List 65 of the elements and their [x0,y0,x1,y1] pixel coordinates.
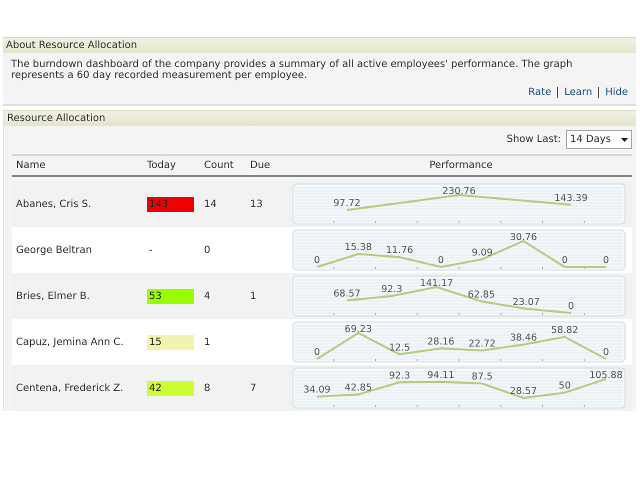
data-label: 0 [562,255,568,266]
panel-title: About Resource Allocation [3,37,636,53]
data-label: 143.39 [554,192,588,204]
today-value: 15 [147,334,194,350]
employee-name: Centena, Frederick Z. [16,382,124,394]
data-label: 11.76 [386,245,414,256]
data-label: 0 [438,255,444,266]
caret-icon [621,138,628,142]
data-label: 230.76 [442,186,476,197]
data-label: 30.76 [510,232,538,243]
panel-link[interactable]: Hide [598,87,628,98]
employee-name: Bries, Elmer B. [16,290,90,302]
data-label: 62.85 [468,289,495,300]
panel-link[interactable]: Rate [522,87,558,98]
today-value: - [148,244,154,258]
data-label: 0 [602,347,610,358]
data-label: 0 [314,347,320,358]
employee-name: Abanes, Cris S. [16,198,92,210]
data-label: 92.3 [381,284,402,295]
column-header: Name [16,160,46,171]
data-label: 15.38 [344,242,372,253]
data-label: 38.46 [510,332,538,344]
data-label: 0 [314,255,320,266]
data-label: 0 [568,301,574,312]
data-label: 58.82 [551,324,578,336]
today-value: 42 [147,380,194,396]
panel-title: Resource Allocation [4,110,636,126]
data-label: 23.07 [512,296,540,308]
data-label: 28.16 [427,336,454,348]
data-label: 69.23 [344,324,372,335]
panel-link[interactable]: Learn [557,87,598,98]
data-label: 9.09 [472,247,493,258]
data-label: 105.88 [589,370,623,381]
column-header: Today [147,160,176,171]
data-label: 34.09 [303,384,331,396]
data-label: 92.3 [389,370,410,382]
count-value: 4 [204,290,210,302]
data-label: 42.85 [344,382,372,394]
column-header: Count [204,160,234,171]
column-header: Performance [429,160,493,171]
description-text: The burndown dashboard of the company provides a summary of all active employees' performance. The graph represents a 60 day recorded measurement per employee. [10,58,574,83]
data-label: 50 [558,380,571,392]
data-label: 28.57 [510,386,538,397]
column-header: Due [250,160,270,171]
days-dropdown[interactable]: 14 Days [566,130,632,149]
today-value: 143 [147,196,194,212]
employee-name: Capuz, Jemina Ann C. [16,336,124,348]
data-label: 22.72 [468,338,496,350]
today-value: 53 [147,288,194,304]
due-value: 13 [250,198,263,210]
count-value: 1 [204,336,210,348]
count-value: 8 [204,382,210,394]
count-value: 14 [204,198,217,210]
data-label: 12.5 [389,342,410,354]
data-label: 68.57 [333,288,361,300]
data-label: 94.11 [427,370,454,381]
due-value: 7 [250,382,256,394]
show-last-label: Show Last: [506,134,561,145]
count-value: 0 [204,244,210,256]
due-value: 1 [250,290,256,302]
data-label: 141.17 [420,278,454,289]
data-label: 87.5 [472,372,493,383]
data-label: 97.72 [333,198,361,209]
data-label: 0 [602,255,610,266]
employee-name: George Beltran [16,244,92,256]
